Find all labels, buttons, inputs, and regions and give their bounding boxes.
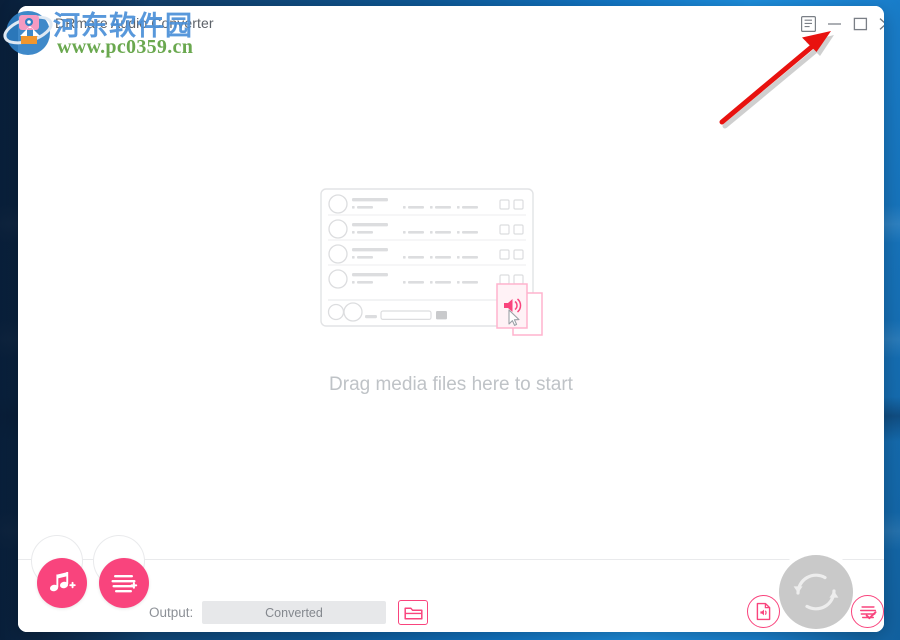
media-list-window-illustration xyxy=(320,188,543,336)
maximize-icon xyxy=(853,17,867,31)
desktop-background: DRmare Audio Converter Drag media files … xyxy=(0,0,900,640)
drop-hint-text: Drag media files here to start xyxy=(329,374,573,395)
file-audio-icon xyxy=(756,602,771,621)
app-title: DRmare Audio Converter xyxy=(55,15,214,31)
playlist-add-icon xyxy=(111,575,138,593)
converted-list-button[interactable] xyxy=(851,595,884,628)
minimize-button[interactable] xyxy=(821,11,847,37)
list-menu-icon xyxy=(800,16,816,32)
converted-list-check-icon xyxy=(859,605,877,619)
open-folder-icon xyxy=(403,606,423,620)
menu-button[interactable] xyxy=(795,11,821,37)
output-path-field[interactable]: Converted xyxy=(202,601,386,624)
title-bar[interactable]: DRmare Audio Converter xyxy=(18,6,884,42)
file-audio-button[interactable] xyxy=(747,595,780,628)
output-label: Output: xyxy=(149,605,194,620)
minimize-icon xyxy=(827,23,841,25)
convert-button[interactable] xyxy=(779,555,853,629)
music-note-plus-icon xyxy=(49,572,76,592)
add-list-button[interactable] xyxy=(99,558,149,608)
add-music-button[interactable] xyxy=(37,558,87,608)
application-window: DRmare Audio Converter Drag media files … xyxy=(18,6,884,632)
maximize-button[interactable] xyxy=(847,11,873,37)
close-icon xyxy=(879,18,884,30)
convert-refresh-icon xyxy=(793,573,839,611)
media-drop-area[interactable]: Drag media files here to start xyxy=(18,42,884,559)
open-output-folder-button[interactable] xyxy=(398,600,428,625)
close-button[interactable] xyxy=(873,11,884,37)
